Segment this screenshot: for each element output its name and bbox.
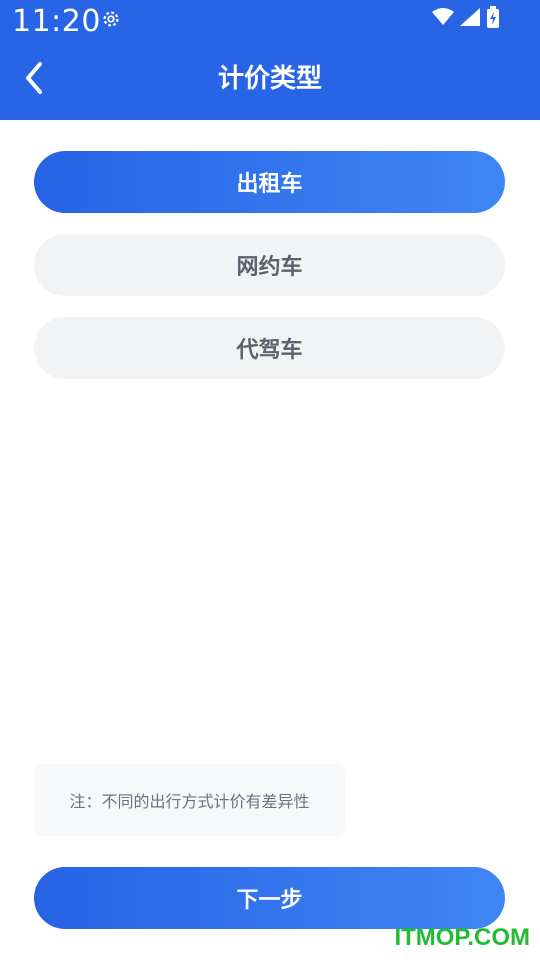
status-time: 11:20 (12, 4, 101, 39)
app-header: 11:20 计价类型 (0, 0, 540, 120)
wifi-icon (432, 8, 454, 25)
option-designated-driver[interactable]: 代驾车 (34, 317, 505, 379)
option-taxi[interactable]: 出租车 (34, 151, 505, 213)
option-label: 代驾车 (236, 338, 303, 363)
option-ride-hailing[interactable]: 网约车 (34, 234, 505, 296)
next-button[interactable]: 下一步 (34, 867, 505, 929)
option-label: 网约车 (236, 255, 303, 280)
battery-charging-icon (487, 6, 499, 28)
note-text: 注：不同的出行方式计价有差异性 (69, 792, 310, 811)
watermark: ITMOP.COM (394, 924, 530, 951)
status-icons (432, 6, 500, 28)
page-title: 计价类型 (217, 64, 322, 94)
signal-icon (460, 8, 480, 26)
pricing-note: 注：不同的出行方式计价有差异性 (34, 764, 345, 836)
next-button-label: 下一步 (236, 888, 303, 913)
gear-icon (103, 11, 119, 27)
option-label: 出租车 (236, 172, 303, 197)
